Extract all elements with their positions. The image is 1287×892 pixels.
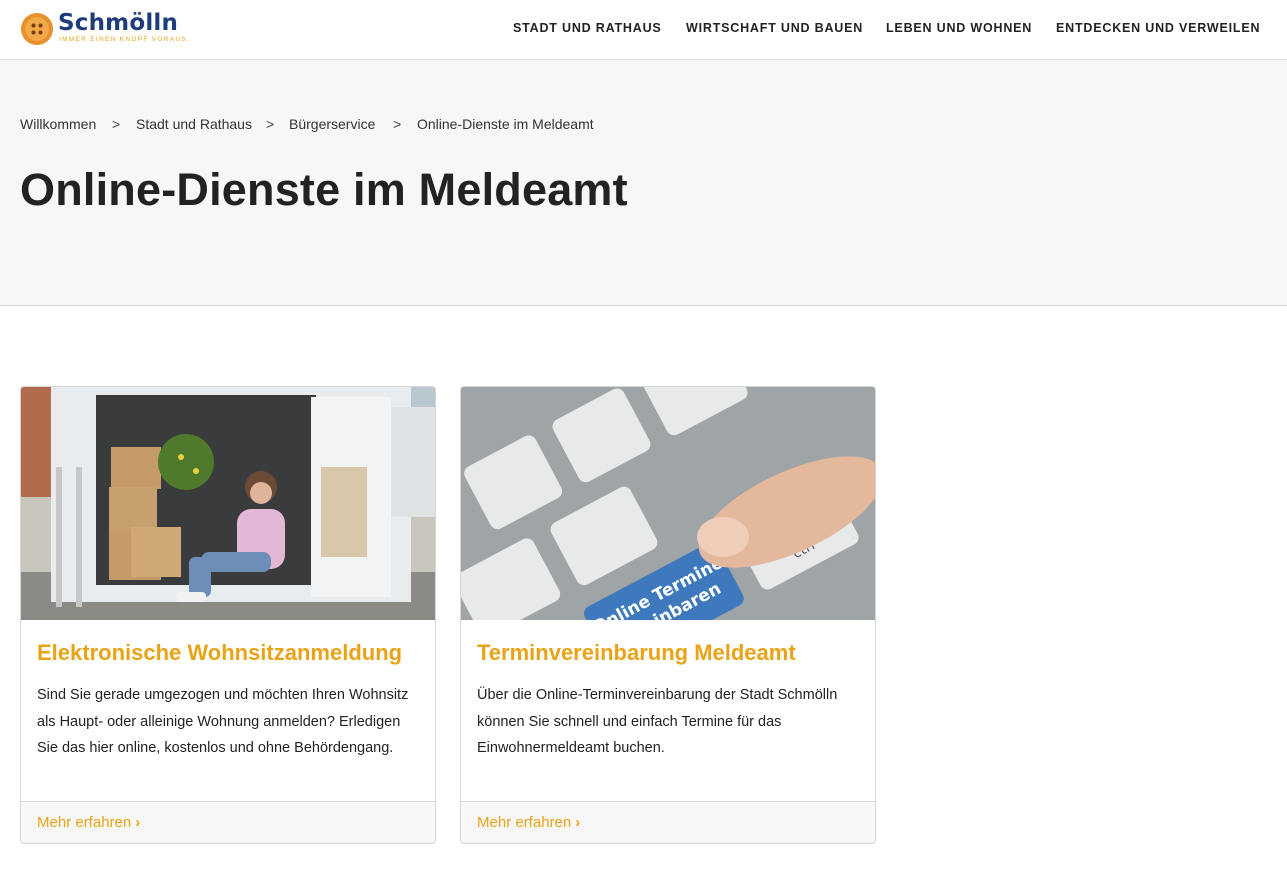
breadcrumb-separator: >: [112, 116, 121, 132]
logo-name: Schmölln: [58, 10, 179, 36]
card-title[interactable]: Elektronische Wohnsitzanmeldung: [37, 640, 427, 666]
nav-item-entdecken-und-verweilen[interactable]: ENTDECKEN UND VERWEILEN: [1056, 21, 1260, 35]
site-header: Schmölln IMMER EINEN KNOPF VORAUS. STADT…: [0, 0, 1287, 60]
mehr-erfahren-link[interactable]: Mehr erfahren ›: [37, 814, 140, 831]
breadcrumb-separator: >: [393, 116, 402, 132]
card-title[interactable]: Terminvereinbarung Meldeamt: [477, 640, 867, 666]
nav-item-wirtschaft-und-bauen[interactable]: WIRTSCHAFT UND BAUEN: [686, 21, 863, 35]
chevron-right-icon: ›: [135, 814, 141, 831]
card-text: Über die Online-Terminvereinbarung der S…: [477, 687, 838, 756]
service-card-wohnsitzanmeldung[interactable]: Elektronische Wohnsitzanmeldung Sind Sie…: [20, 386, 436, 844]
page-hero: Willkommen > Stadt und Rathaus > Bürgers…: [0, 60, 1287, 306]
logo-tagline: IMMER EINEN KNOPF VORAUS.: [59, 36, 191, 43]
link-label: Mehr erfahren: [477, 814, 572, 831]
breadcrumb-item-willkommen[interactable]: Willkommen: [20, 116, 96, 132]
breadcrumb-separator: >: [266, 116, 275, 132]
moving-van-photo: [21, 387, 435, 620]
nav-item-leben-und-wohnen[interactable]: LEBEN UND WOHNEN: [886, 21, 1032, 35]
breadcrumb-item-current: Online-Dienste im Meldeamt: [417, 116, 594, 132]
card-text: Sind Sie gerade umgezogen und möchten Ih…: [37, 687, 409, 756]
card-footer: Mehr erfahren ›: [461, 801, 875, 843]
breadcrumb-item-buergerservice[interactable]: Bürgerservice: [289, 116, 375, 132]
link-label: Mehr erfahren: [37, 814, 132, 831]
nav-item-stadt-und-rathaus[interactable]: STADT UND RATHAUS: [513, 21, 662, 35]
button-logo-icon: [21, 13, 53, 45]
keyboard-key-photo: Online Termine vereinbaren ctrl: [461, 387, 875, 620]
mehr-erfahren-link[interactable]: Mehr erfahren ›: [477, 814, 580, 831]
site-logo[interactable]: Schmölln IMMER EINEN KNOPF VORAUS.: [20, 10, 189, 48]
chevron-right-icon: ›: [575, 814, 581, 831]
page-title: Online-Dienste im Meldeamt: [20, 164, 628, 215]
breadcrumb-item-stadt-und-rathaus[interactable]: Stadt und Rathaus: [136, 116, 252, 132]
card-footer: Mehr erfahren ›: [21, 801, 435, 843]
service-card-terminvereinbarung[interactable]: Online Termine vereinbaren ctrl Terminve…: [460, 386, 876, 844]
